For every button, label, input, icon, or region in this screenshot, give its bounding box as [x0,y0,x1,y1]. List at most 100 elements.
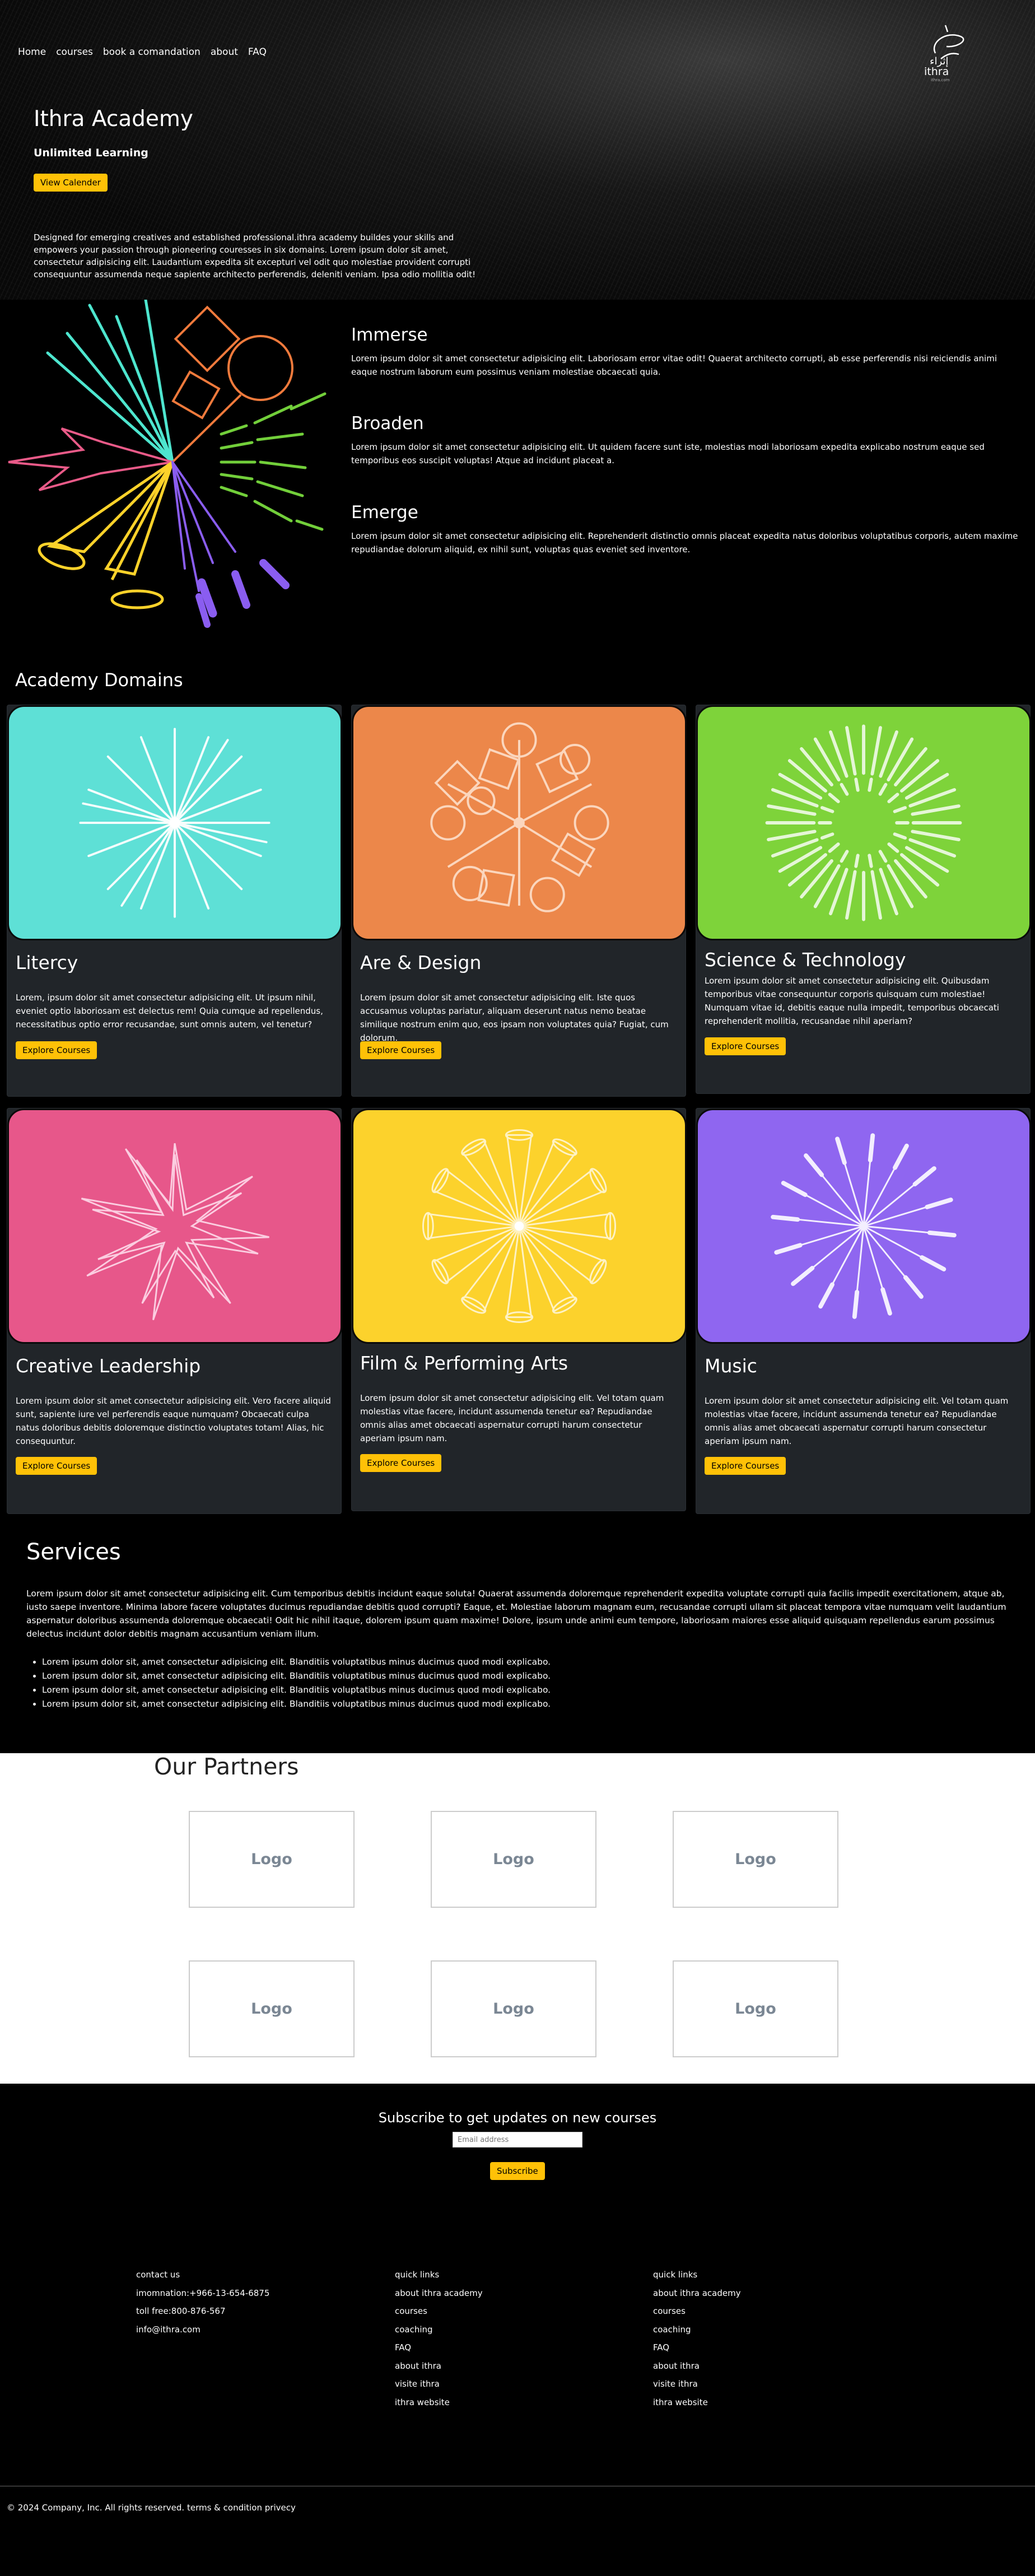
domain-card-creative-leadership: Creative Leadership Lorem ipsum dolor si… [7,1108,342,1514]
terms-link[interactable]: terms & condition [187,2503,262,2513]
footer-link[interactable]: courses [395,2302,483,2321]
explore-courses-button[interactable]: Explore Courses [705,1037,786,1055]
radial-dashes-art [765,724,962,921]
cones-burst-art [422,1129,616,1323]
domain-card-music: Music Lorem ipsum dolor sit amet consect… [696,1108,1031,1514]
card-title: Science & Technology [705,949,906,971]
footer-toll-free: toll free:800-876-567 [136,2306,226,2316]
partner-logo[interactable]: Logo [431,1811,596,1908]
literacy-image [7,705,342,940]
footer-link[interactable]: visite ithra [653,2375,741,2393]
features-section: Immerse Lorem ipsum dolor sit amet conse… [0,300,1035,647]
list-item: Lorem ipsum dolor sit, amet consectetur … [42,1683,551,1697]
hero-section: Home courses book a comandation about FA… [0,0,1035,300]
partner-logo[interactable]: Logo [673,1960,838,2057]
footer-link[interactable]: ithra website [653,2393,741,2412]
footer-link[interactable]: coaching [395,2321,483,2339]
footer-link[interactable]: FAQ [653,2339,741,2357]
card-text: Lorem, ipsum dolor sit amet consectetur … [16,993,323,1030]
academy-domains-title: Academy Domains [15,669,183,691]
footer-links-heading: quick links [395,2270,440,2280]
partner-logo[interactable]: Logo [189,1811,355,1908]
footer-link[interactable]: about ithra academy [395,2284,483,2303]
ithra-logo[interactable]: إثراء ithra ithra.com [919,20,975,87]
card-text: Lorem ipsum dolor sit amet consectetur a… [16,1396,331,1446]
footer-link[interactable]: visite ithra [395,2375,483,2393]
domain-card-art-design: Are & Design Lorem ipsum dolor sit amet … [351,705,687,1097]
film-image [352,1108,687,1344]
feature-emerge: Emerge Lorem ipsum dolor sit amet consec… [351,502,1023,556]
list-item: Lorem ipsum dolor sit, amet consectetur … [42,1669,551,1683]
feature-broaden: Broaden Lorem ipsum dolor sit amet conse… [351,413,1023,467]
view-calendar-button[interactable]: View Calender [34,174,108,192]
explore-courses-button[interactable]: Explore Courses [360,1041,442,1059]
music-image [696,1108,1031,1344]
services-section: Services Lorem ipsum dolor sit amet cons… [0,1529,1035,1753]
partners-section: Our Partners Logo Logo Logo Logo Logo Lo… [0,1753,1035,2084]
hero-subtitle: Unlimited Learning [34,147,148,159]
nav-book-link[interactable]: book a comandation [103,46,201,58]
feature-text: Lorem ipsum dolor sit amet consectetur a… [351,442,985,465]
services-title: Services [26,1539,121,1565]
footer-link[interactable]: ithra website [395,2393,483,2412]
card-title: Creative Leadership [16,1355,201,1377]
spiky-star-art [81,1143,269,1321]
list-item: Lorem ipsum dolor sit, amet consectetur … [42,1697,551,1711]
batons-burst-art [771,1133,957,1319]
art-design-image [352,705,687,940]
footer-email[interactable]: info@ithra.com [136,2321,269,2339]
partner-logo[interactable]: Logo [673,1811,838,1908]
footer-contact: contact us imomnation:+966-13-654-6875 t… [136,2266,269,2339]
feature-text: Lorem ipsum dolor sit amet consectetur a… [351,353,997,377]
card-text: Lorem ipsum dolor sit amet consectetur a… [360,1393,664,1443]
email-field[interactable] [453,2132,582,2148]
partner-logo[interactable]: Logo [189,1960,355,2057]
leadership-image [7,1108,342,1344]
domain-card-film-performing-arts: Film & Performing Arts Lorem ipsum dolor… [351,1108,687,1511]
card-title: Are & Design [360,952,482,973]
footer-links-heading: quick links [653,2270,698,2280]
explore-courses-button[interactable]: Explore Courses [16,1457,97,1475]
footer-quick-links-2: quick links about ithra academy courses … [653,2266,741,2411]
nav-home-link[interactable]: Home [18,46,46,58]
footer-link[interactable]: coaching [653,2321,741,2339]
footer-link[interactable]: about ithra [395,2357,483,2375]
shapes-burst-art [430,722,609,912]
feature-text: Lorem ipsum dolor sit amet consectetur a… [351,531,1018,555]
partner-logo[interactable]: Logo [431,1960,596,2057]
partners-title: Our Partners [154,1753,299,1780]
card-title: Litercy [16,952,78,973]
feature-title: Emerge [351,502,418,523]
card-title: Film & Performing Arts [360,1352,568,1374]
feature-title: Broaden [351,413,424,434]
footer-link[interactable]: FAQ [395,2339,483,2357]
subscribe-button[interactable]: Subscribe [490,2162,545,2180]
footer-quick-links-1: quick links about ithra academy courses … [395,2266,483,2411]
explore-courses-button[interactable]: Explore Courses [705,1457,786,1475]
footer-link[interactable]: about ithra [653,2357,741,2375]
nav-about-link[interactable]: about [211,46,238,58]
subscribe-title: Subscribe to get updates on new courses [378,2110,657,2126]
services-lead: Lorem ipsum dolor sit amet consectetur a… [26,1589,1006,1639]
logo-brand-text: ithra [924,66,949,78]
explore-courses-button[interactable]: Explore Courses [16,1041,97,1059]
privacy-link[interactable]: privecy [265,2503,296,2513]
main-nav: Home courses book a comandation about FA… [18,46,277,58]
hero-title: Ithra Academy [34,106,193,132]
ithra-logo-mark: إثراء [930,25,964,67]
list-item: Lorem ipsum dolor sit, amet consectetur … [42,1655,551,1669]
burst-lines-art [79,728,271,918]
footer-link[interactable]: courses [653,2302,741,2321]
domain-card-literacy: Litercy Lorem, ipsum dolor sit amet cons… [7,705,342,1097]
footer-link[interactable]: about ithra academy [653,2284,741,2303]
explore-courses-button[interactable]: Explore Courses [360,1454,442,1472]
copyright-text: © 2024 Company, Inc. All rights reserved… [7,2503,185,2513]
nav-courses-link[interactable]: courses [56,46,93,58]
nav-faq-link[interactable]: FAQ [248,46,267,58]
card-title: Music [705,1355,757,1377]
feature-immerse: Immerse Lorem ipsum dolor sit amet conse… [351,325,1023,379]
logo-tagline: ithra.com [931,78,950,82]
subscribe-section: Subscribe to get updates on new courses … [0,2084,1035,2252]
footer-contact-heading: contact us [136,2270,180,2280]
domains-burst-illustration [8,300,327,628]
